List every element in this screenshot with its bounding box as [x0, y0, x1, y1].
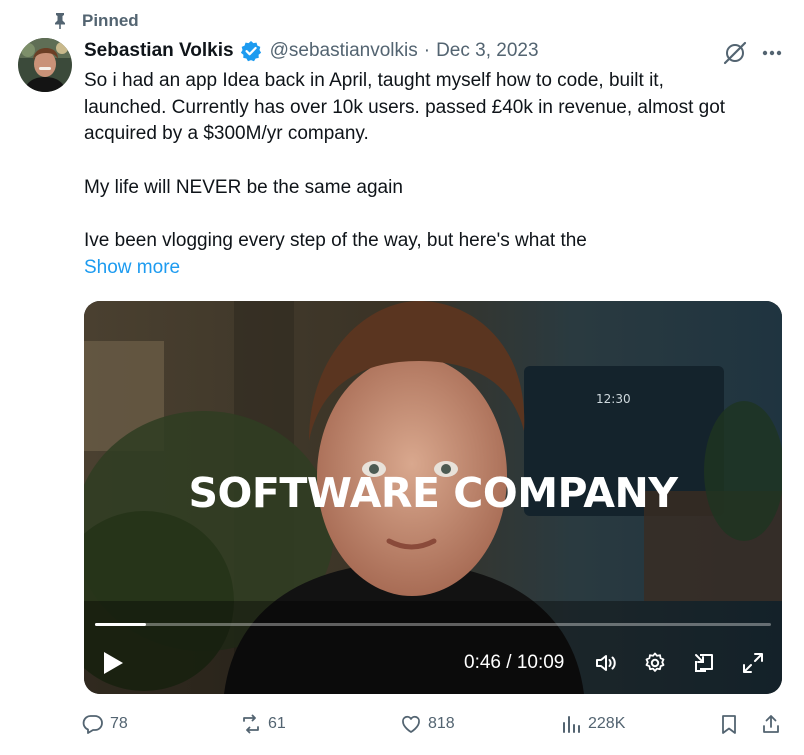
- like-button[interactable]: 818: [400, 710, 455, 738]
- video-player[interactable]: 12:30 SOFTWARE COMPANY 0:46 / 10:09: [84, 301, 782, 694]
- verified-badge-icon[interactable]: [240, 40, 262, 62]
- view-count: 228K: [588, 715, 626, 732]
- share-icon: [763, 715, 779, 733]
- video-time: 0:46 / 10:09: [464, 652, 565, 673]
- tweet-actions: 78 61 818 228K: [82, 710, 786, 738]
- repost-button[interactable]: 61: [240, 710, 286, 738]
- tweet-date[interactable]: Dec 3, 2023: [436, 40, 538, 62]
- reply-count: 78: [110, 715, 128, 732]
- video-controls: 0:46 / 10:09: [84, 641, 782, 681]
- reply-button[interactable]: 78: [82, 710, 128, 738]
- repost-icon: [243, 714, 259, 734]
- tweet-text-line: So i had an app Idea back in April, taug…: [84, 70, 664, 91]
- more-options-icon[interactable]: [758, 40, 786, 66]
- video-caption: SOFTWARE COMPANY: [188, 469, 678, 517]
- pin-icon: [52, 12, 68, 30]
- svg-text:12:30: 12:30: [596, 392, 631, 406]
- pinned-indicator: Pinned: [52, 9, 139, 33]
- volume-icon[interactable]: [594, 651, 618, 675]
- settings-gear-icon[interactable]: [643, 651, 667, 675]
- show-more-link[interactable]: Show more: [84, 257, 180, 279]
- pinned-label: Pinned: [82, 11, 139, 30]
- views-button[interactable]: 228K: [560, 710, 625, 738]
- video-progress-fill: [95, 623, 147, 626]
- play-icon[interactable]: [102, 651, 124, 675]
- avatar[interactable]: [18, 38, 72, 92]
- reply-icon: [82, 715, 103, 734]
- grok-icon[interactable]: [722, 40, 748, 66]
- tweet-text-line: My life will NEVER be the same again: [84, 176, 403, 198]
- author-name[interactable]: Sebastian Volkis: [84, 40, 234, 62]
- bookmark-button[interactable]: [718, 710, 740, 738]
- tweet-text-line: acquired by a $300M/yr company.: [84, 123, 369, 144]
- tweet-text-line: Ive been vlogging every step of the way,…: [84, 230, 587, 251]
- analytics-icon: [563, 716, 580, 733]
- bookmark-icon: [722, 715, 736, 734]
- tweet-header: Sebastian Volkis @sebastianvolkis · Dec …: [84, 38, 539, 64]
- picture-in-picture-icon[interactable]: [692, 651, 716, 675]
- heart-icon: [402, 715, 420, 733]
- tweet-text-line: launched. Currently has over 10k users. …: [84, 96, 726, 118]
- repost-count: 61: [268, 715, 286, 732]
- tweet-text: So i had an app Idea back in April, taug…: [84, 68, 794, 255]
- author-handle[interactable]: @sebastianvolkis: [270, 40, 418, 62]
- fullscreen-icon[interactable]: [741, 651, 765, 675]
- share-button[interactable]: [760, 710, 782, 738]
- like-count: 818: [428, 715, 455, 732]
- separator-dot: ·: [423, 40, 431, 61]
- video-progress-bar[interactable]: [95, 623, 771, 626]
